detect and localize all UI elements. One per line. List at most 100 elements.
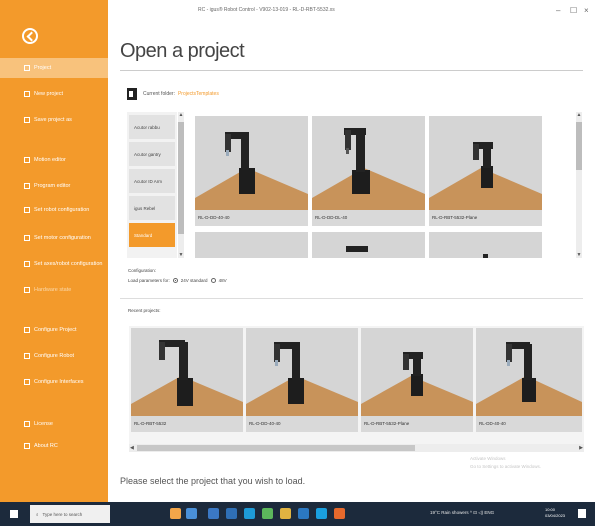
taskbar: ⌕ Type here to search 19°C Rain showers … — [0, 502, 595, 526]
scroll-down-icon[interactable]: ▼ — [576, 252, 582, 258]
app-icon[interactable] — [262, 508, 273, 519]
radio-24v-label: 24V standard — [180, 278, 208, 283]
info-icon — [24, 443, 30, 449]
template-tile[interactable]: RL-D-RBT-5532-Plane — [429, 116, 542, 226]
watermark-line-1: Activate Windows — [470, 456, 506, 461]
app-window: Project New project Save project as Moti… — [0, 0, 595, 502]
axes-icon — [24, 261, 30, 267]
sidebar: Project New project Save project as Moti… — [0, 0, 108, 502]
scroll-right-icon[interactable]: ▶ — [579, 444, 583, 452]
maximize-button[interactable]: ☐ — [570, 6, 577, 15]
tile-caption: RL-DD-40-40 — [479, 421, 506, 426]
tile-caption: RL-D-RBT-5532 — [134, 421, 167, 426]
close-button[interactable]: × — [584, 6, 589, 15]
sidebar-item-label: Configure Robot — [34, 353, 75, 359]
template-tile[interactable]: RL-D-DD-40-40 — [195, 116, 308, 226]
current-folder: Current folder: ProjectsTemplates — [127, 88, 219, 100]
robot-arm-image — [483, 254, 488, 258]
tile-caption: RL-D-RBT-5532-Plane — [432, 215, 478, 220]
sidebar-item-label: Program editor — [34, 183, 71, 189]
sidebar-item-robot-config[interactable]: Set robot configuration — [0, 200, 108, 220]
sidebar-item-label: New project — [34, 91, 64, 97]
recent-project-tile[interactable]: RL-D-RBT-5532-Plane — [361, 328, 473, 432]
category-item[interactable]: igus Rebel — [129, 196, 175, 220]
taskbar-search-placeholder: Type here to search — [42, 511, 83, 517]
motion-icon — [24, 157, 30, 163]
sidebar-item-label: Set motor configuration — [34, 235, 91, 241]
sidebar-item-axes-config[interactable]: Set axes/robot configuration — [0, 254, 108, 274]
scroll-down-icon[interactable]: ▼ — [178, 252, 184, 258]
app-icon[interactable] — [244, 508, 255, 519]
back-arrow-icon[interactable] — [22, 28, 38, 44]
scroll-thumb[interactable] — [137, 445, 415, 451]
radio-24v[interactable] — [172, 278, 178, 283]
app-icon[interactable] — [298, 508, 309, 519]
license-icon — [24, 421, 30, 427]
robot-icon — [24, 207, 30, 213]
sidebar-item-label: License — [34, 421, 53, 427]
sidebar-item-configure-interfaces[interactable]: Configure Interfaces — [0, 372, 108, 392]
app-icon[interactable] — [334, 508, 345, 519]
sidebar-item-hardware-state[interactable]: Hardware state — [0, 280, 108, 300]
radio-48v[interactable] — [210, 278, 216, 283]
radio-48v-label: 48V — [218, 278, 227, 283]
current-folder-link[interactable]: ProjectsTemplates — [178, 91, 219, 97]
recent-project-tile[interactable]: RL-DD-40-40 — [476, 328, 582, 432]
recent-project-tile[interactable]: RL-D-RBT-5532 — [131, 328, 243, 432]
sidebar-item-configure-project[interactable]: Configure Project — [0, 320, 108, 340]
sidebar-item-project[interactable]: Project — [0, 58, 108, 78]
folder-browse-icon[interactable] — [127, 88, 137, 100]
recent-scrollbar[interactable]: ◀ ▶ — [129, 444, 584, 452]
app-icon-rc[interactable] — [170, 508, 181, 519]
tile-caption: RL-D-DD-DL-40 — [315, 215, 348, 220]
category-item[interactable]: Acutor rabbu — [129, 115, 175, 139]
sidebar-item-save-as[interactable]: Save project as — [0, 110, 108, 130]
scroll-thumb[interactable] — [178, 122, 184, 234]
folder-icon — [24, 65, 30, 71]
divider — [120, 298, 583, 299]
sidebar-item-label: Save project as — [34, 117, 72, 123]
template-tile[interactable]: RL-D-DD-DL-40 — [312, 116, 425, 226]
template-scrollbar[interactable]: ▲ ▼ — [576, 112, 582, 258]
template-tile[interactable] — [312, 232, 425, 258]
system-tray[interactable]: 19°C Rain showers ^ ⊡ ◁) ENG — [430, 510, 494, 516]
category-item[interactable]: Acutor gantry — [129, 142, 175, 166]
scroll-thumb[interactable] — [576, 122, 582, 170]
sidebar-item-label: About RC — [34, 443, 58, 449]
minimize-button[interactable]: – — [556, 6, 560, 15]
file-explorer-icon[interactable] — [280, 508, 291, 519]
taskbar-search[interactable]: ⌕ Type here to search — [30, 505, 110, 523]
status-prompt: Please select the project that you wish … — [120, 476, 306, 486]
sidebar-item-configure-robot[interactable]: Configure Robot — [0, 346, 108, 366]
template-tile[interactable] — [429, 232, 542, 258]
scroll-left-icon[interactable]: ◀ — [130, 444, 134, 452]
sidebar-item-program-editor[interactable]: Program editor — [0, 176, 108, 196]
scroll-up-icon[interactable]: ▲ — [178, 112, 184, 118]
sidebar-item-motion-editor[interactable]: Motion editor — [0, 150, 108, 170]
app-icon[interactable] — [316, 508, 327, 519]
title-bar: RC - igus® Robot Control - V902-13-019 -… — [108, 0, 595, 22]
motor-icon — [24, 235, 30, 241]
app-icon[interactable] — [226, 508, 237, 519]
task-view-icon[interactable] — [186, 508, 197, 519]
windows-start-icon[interactable] — [10, 510, 18, 518]
template-tile[interactable] — [195, 232, 308, 258]
sidebar-item-label: Motion editor — [34, 157, 66, 163]
category-list: Acutor rabbu Acutor gantry Acutor ID Arm… — [127, 112, 177, 258]
category-item[interactable]: Acutor ID Arm — [129, 169, 175, 193]
taskbar-clock[interactable]: 10:00 03/04/2023 — [545, 507, 565, 519]
sidebar-item-license[interactable]: License — [0, 414, 108, 434]
scroll-up-icon[interactable]: ▲ — [576, 112, 582, 118]
notification-icon[interactable] — [578, 509, 586, 518]
sidebar-item-label: Set axes/robot configuration — [34, 261, 103, 267]
settings-icon — [24, 327, 30, 333]
recent-projects-list: RL-D-RBT-5532 RL-D-DD-40-40 RL-D-RBT-553… — [129, 326, 584, 452]
sidebar-item-new-project[interactable]: New project — [0, 84, 108, 104]
edge-icon[interactable] — [208, 508, 219, 519]
sidebar-item-about[interactable]: About RC — [0, 436, 108, 456]
sidebar-item-label: Configure Project — [34, 327, 77, 333]
category-item-selected[interactable]: Standard — [129, 223, 175, 247]
sidebar-item-motor-config[interactable]: Set motor configuration — [0, 228, 108, 248]
category-scrollbar[interactable]: ▲ ▼ — [178, 112, 184, 258]
recent-project-tile[interactable]: RL-D-DD-40-40 — [246, 328, 358, 432]
